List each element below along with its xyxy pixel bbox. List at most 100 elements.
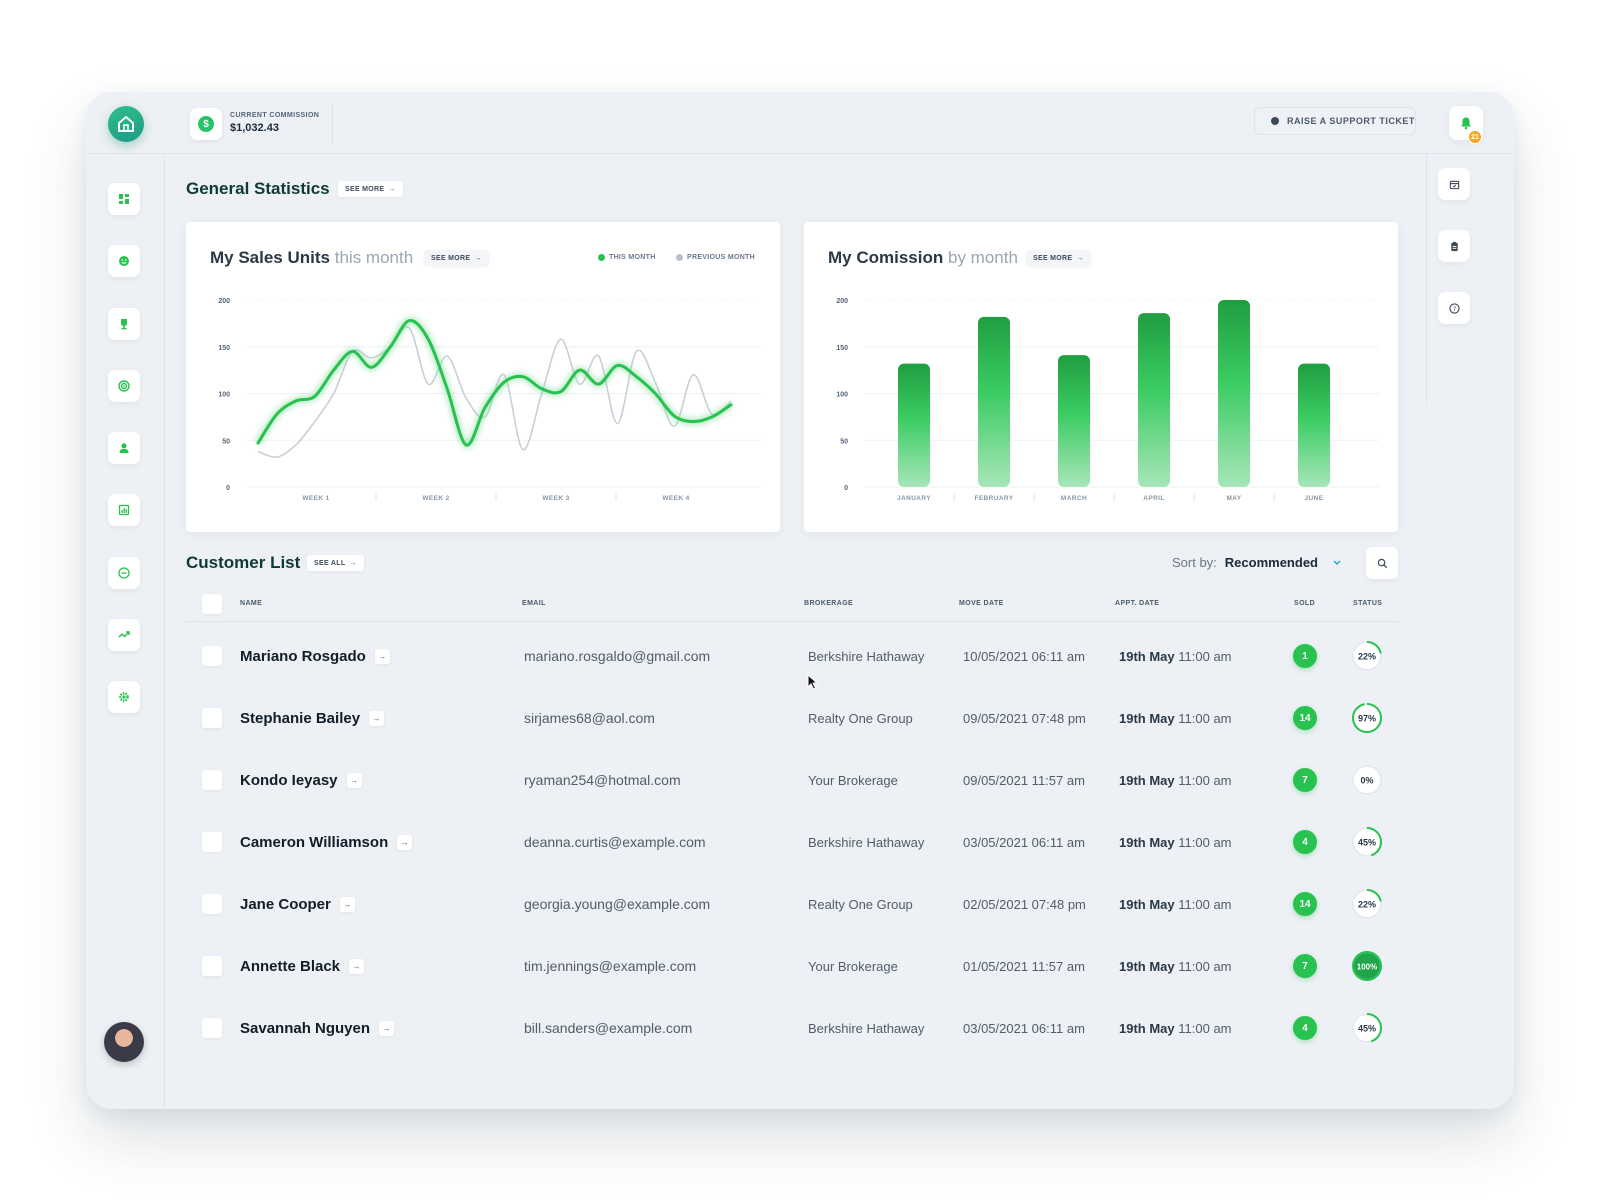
sidebar-item-customers[interactable] xyxy=(108,245,140,277)
report-icon xyxy=(118,504,130,516)
col-move-date[interactable]: MOVE DATE xyxy=(959,600,1004,607)
table-row[interactable]: Kondo Ieyasy → ryaman254@hotmal.com Your Br… xyxy=(186,749,1398,811)
customer-email: mariano.rosgaldo@gmail.com xyxy=(524,648,711,664)
customer-name[interactable]: Stephanie Bailey xyxy=(240,710,360,727)
y-tick-label: 0 xyxy=(844,485,848,492)
bar-march[interactable] xyxy=(1058,355,1090,487)
customer-email: ryaman254@hotmal.com xyxy=(524,772,681,788)
table-row[interactable]: Annette Black → tim.jennings@example.com Yo… xyxy=(186,935,1398,997)
move-date: 10/05/2021 06:11 am xyxy=(963,648,1085,664)
bar-january[interactable] xyxy=(898,363,930,487)
bar-june[interactable] xyxy=(1298,363,1330,487)
status-progress: 22% xyxy=(1351,625,1383,687)
row-checkbox[interactable] xyxy=(202,646,222,666)
sidebar-item-settings[interactable] xyxy=(108,681,140,713)
sold-count-badge: 7 xyxy=(1293,768,1317,792)
open-arrow-icon[interactable]: → xyxy=(379,1020,395,1036)
sidebar-item-reports[interactable] xyxy=(108,494,140,526)
bar-may[interactable] xyxy=(1218,300,1250,487)
customer-brokerage: Your Brokerage xyxy=(808,772,898,788)
open-arrow-icon[interactable]: → xyxy=(397,834,413,850)
open-arrow-icon[interactable]: → xyxy=(346,772,362,788)
move-date: 09/05/2021 11:57 am xyxy=(963,772,1085,788)
customer-email: bill.sanders@example.com xyxy=(524,1020,693,1036)
calendar-button[interactable] xyxy=(1438,168,1470,200)
select-all-checkbox[interactable] xyxy=(202,594,222,614)
sidebar-item-agents[interactable] xyxy=(108,432,140,464)
status-percent: 97% xyxy=(1358,714,1376,724)
series-line-glow xyxy=(255,317,733,449)
customer-email: deanna.curtis@example.com xyxy=(524,834,706,850)
table-row[interactable]: Stephanie Bailey → sirjames68@aol.com Realt… xyxy=(186,687,1398,749)
minus-circle-icon xyxy=(118,567,130,579)
row-checkbox[interactable] xyxy=(202,1018,222,1038)
sold-count-badge: 1 xyxy=(1293,644,1317,668)
sales-units-card: My Sales Units this month SEE MORE → THIS… xyxy=(186,222,780,532)
customer-brokerage: Realty One Group xyxy=(808,710,913,726)
col-sold[interactable]: SOLD xyxy=(1294,600,1315,607)
clipboard-button[interactable] xyxy=(1438,230,1470,262)
sidebar-item-dashboard[interactable] xyxy=(108,183,140,215)
status-ring: 0% xyxy=(1352,765,1382,795)
customer-name[interactable]: Cameron Williamson xyxy=(240,834,388,851)
svg-text:?: ? xyxy=(1452,304,1455,312)
customer-name[interactable]: Jane Cooper xyxy=(240,896,331,913)
customer-name[interactable]: Kondo Ieyasy xyxy=(240,772,338,789)
table-row[interactable]: Jane Cooper → georgia.young@example.com Rea… xyxy=(186,873,1398,935)
customer-name[interactable]: Savannah Nguyen xyxy=(240,1020,370,1037)
right-rail-divider xyxy=(1426,154,1427,404)
help-button[interactable]: ? xyxy=(1438,292,1470,324)
x-tick-label: MAY xyxy=(1226,495,1241,502)
col-appt-date[interactable]: APPT. DATE xyxy=(1115,600,1159,607)
table-row[interactable]: Mariano Rosgado → mariano.rosgaldo@gmail.c… xyxy=(186,625,1398,687)
open-arrow-icon[interactable]: → xyxy=(369,710,385,726)
sidebar-item-messages[interactable] xyxy=(108,557,140,589)
y-tick-label: 150 xyxy=(218,345,230,352)
x-tick-label: MARCH xyxy=(1061,495,1087,502)
row-checkbox[interactable] xyxy=(202,956,222,976)
status-percent: 45% xyxy=(1358,1024,1376,1034)
bell-icon xyxy=(1461,117,1471,130)
status-ring: 45% xyxy=(1352,1013,1382,1043)
sidebar-item-properties[interactable] xyxy=(108,308,140,340)
customer-email: georgia.young@example.com xyxy=(524,896,711,912)
user-avatar[interactable] xyxy=(104,1022,144,1062)
col-brokerage[interactable]: BROKERAGE xyxy=(804,600,853,607)
open-arrow-icon[interactable]: → xyxy=(374,648,390,664)
row-checkbox[interactable] xyxy=(202,832,222,852)
y-tick-label: 200 xyxy=(218,298,230,305)
search-button[interactable] xyxy=(1366,547,1398,579)
appt-time: 11:00 am xyxy=(1178,1020,1232,1036)
bar-february[interactable] xyxy=(978,316,1010,487)
status-ring: 97% xyxy=(1352,703,1382,733)
see-all-button[interactable]: SEE ALL → xyxy=(307,555,364,571)
dot-icon xyxy=(1271,117,1279,125)
sidebar-item-analytics[interactable] xyxy=(108,370,140,402)
sidebar-item-trends[interactable] xyxy=(108,619,140,651)
col-email[interactable]: EMAIL xyxy=(522,600,546,607)
row-checkbox[interactable] xyxy=(202,770,222,790)
customer-name[interactable]: Mariano Rosgado xyxy=(240,648,366,665)
general-statistics-see-more[interactable]: SEE MORE → xyxy=(338,181,403,197)
table-row[interactable]: Savannah Nguyen → bill.sanders@example.com… xyxy=(186,997,1398,1059)
col-status[interactable]: STATUS xyxy=(1353,600,1382,607)
sold-count-badge: 4 xyxy=(1293,830,1317,854)
top-bar: $ CURRENT COMMISSION $1,032.43 RAISE A S… xyxy=(86,92,1514,154)
bar-april[interactable] xyxy=(1138,313,1170,487)
row-checkbox[interactable] xyxy=(202,894,222,914)
appt-day: 19th May xyxy=(1119,958,1175,974)
table-row[interactable]: Cameron Williamson → deanna.curtis@example… xyxy=(186,811,1398,873)
sort-control[interactable]: Sort by: Recommended xyxy=(1172,555,1342,570)
row-checkbox[interactable] xyxy=(202,708,222,728)
open-arrow-icon[interactable]: → xyxy=(339,896,355,912)
customer-name[interactable]: Annette Black xyxy=(240,958,340,975)
sort-label: Sort by: xyxy=(1172,555,1217,570)
home-logo-icon[interactable] xyxy=(108,106,144,142)
open-arrow-icon[interactable]: → xyxy=(349,958,365,974)
customer-list-title: Customer List xyxy=(186,553,301,572)
move-date: 01/05/2021 11:57 am xyxy=(963,958,1085,974)
raise-support-ticket-button[interactable]: RAISE A SUPPORT TICKET xyxy=(1254,107,1416,135)
commission-bar-chart: 200 150 100 50 0 JANUARY FEBRUARY MARCH APRIL MAY… xyxy=(836,298,1379,502)
col-name[interactable]: NAME xyxy=(240,600,262,607)
commission-value: $1,032.43 xyxy=(230,122,279,134)
